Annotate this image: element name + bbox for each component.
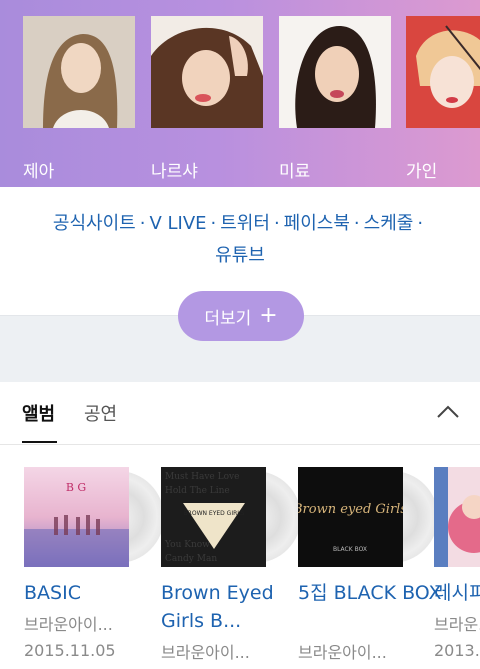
link-separator: · (353, 213, 360, 234)
tab-bar: 앨범 공연 (0, 382, 480, 445)
album-artist: 브라운아이... (161, 643, 250, 662)
svg-text:Hold The Line: Hold The Line (165, 486, 230, 496)
member-card[interactable]: 나르샤 (151, 16, 263, 182)
album-cover[interactable]: Must Have Love Hold The Line You Know Ca… (161, 467, 301, 567)
album-artist: 브라운아이... (298, 643, 387, 662)
album-cover-art: B G (24, 467, 129, 567)
link-separator: · (417, 213, 424, 234)
link-youtube[interactable]: 유튜브 (215, 245, 265, 266)
more-button[interactable]: 더보기 + (178, 291, 304, 341)
album-cover-art: Must Have Love Hold The Line You Know Ca… (161, 467, 266, 567)
link-row: 공식사이트 · V LIVE · 트위터 · 페이스북 · 스케줄 · (0, 209, 480, 235)
album-card[interactable]: Must Have Love Hold The Line You Know Ca… (161, 467, 301, 662)
link-separator: · (210, 213, 217, 234)
album-cover[interactable]: Brown eyed Girls BLACK BOX (298, 467, 438, 567)
album-list: B G BASIC 브라운아이... 2015.11.05 Must Have … (0, 445, 480, 669)
tab-performances[interactable]: 공연 (84, 400, 117, 426)
album-title[interactable]: BASIC (24, 579, 174, 607)
album-cover-art: Brown eyed Girls BLACK BOX (298, 467, 403, 567)
album-artist: 브라운아이... (24, 615, 113, 634)
album-date: 2015.11.05 (24, 641, 116, 660)
album-cover-text: BROWN EYED GIRLS (184, 510, 245, 517)
album-date: 2013. (434, 641, 480, 660)
album-cover[interactable]: B G (24, 467, 164, 567)
tab-albums[interactable]: 앨범 (22, 400, 58, 443)
link-facebook[interactable]: 페이스북 (284, 213, 350, 234)
member-photo[interactable] (279, 16, 391, 128)
album-artist: 브라운... (434, 615, 480, 634)
member-section: 제아 나르샤 미료 가인 (0, 0, 480, 187)
member-card[interactable]: 제아 (23, 16, 135, 182)
album-card[interactable]: B G BASIC 브라운아이... 2015.11.05 (24, 467, 164, 660)
link-separator: · (139, 213, 146, 234)
links-section: 공식사이트 · V LIVE · 트위터 · 페이스북 · 스케줄 · 유튜브 더보기 + (0, 187, 480, 341)
album-cover-text: Brown eyed Girls (298, 502, 403, 517)
plus-icon: + (259, 303, 278, 328)
link-vlive[interactable]: V LIVE (149, 213, 206, 234)
album-cover-text: B G (66, 481, 86, 494)
svg-text:Candy Man: Candy Man (165, 554, 217, 564)
member-card[interactable]: 미료 (279, 16, 391, 182)
link-row: 유튜브 (0, 241, 480, 267)
album-cover-art (434, 467, 480, 567)
album-card[interactable]: Brown eyed Girls BLACK BOX 5집 BLACK BOX … (298, 467, 442, 662)
member-name: 미료 (279, 162, 311, 182)
link-schedule[interactable]: 스케줄 (364, 213, 414, 234)
member-photo[interactable] (406, 16, 480, 128)
member-name: 나르샤 (151, 162, 198, 182)
album-title[interactable]: Brown Eyed Girls B... (161, 579, 311, 635)
svg-text:You Know: You Know (164, 540, 210, 550)
member-photo[interactable] (23, 16, 135, 128)
link-separator: · (273, 213, 280, 234)
svg-text:Must Have Love: Must Have Love (165, 472, 239, 482)
album-cover-subtext: BLACK BOX (333, 546, 367, 553)
member-name: 가인 (406, 162, 438, 182)
album-card[interactable]: 레시피 브라운... 2013. (434, 467, 480, 660)
link-twitter[interactable]: 트위터 (220, 213, 270, 234)
album-title[interactable]: 레시피 (434, 579, 480, 607)
member-name: 제아 (23, 162, 55, 182)
member-photo[interactable] (151, 16, 263, 128)
member-card[interactable]: 가인 (406, 16, 480, 182)
more-button-label: 더보기 (204, 308, 252, 329)
link-official-site[interactable]: 공식사이트 (53, 213, 136, 234)
chevron-up-icon[interactable] (436, 402, 460, 422)
album-title[interactable]: 5집 BLACK BOX (298, 579, 448, 607)
album-cover[interactable] (434, 467, 480, 567)
